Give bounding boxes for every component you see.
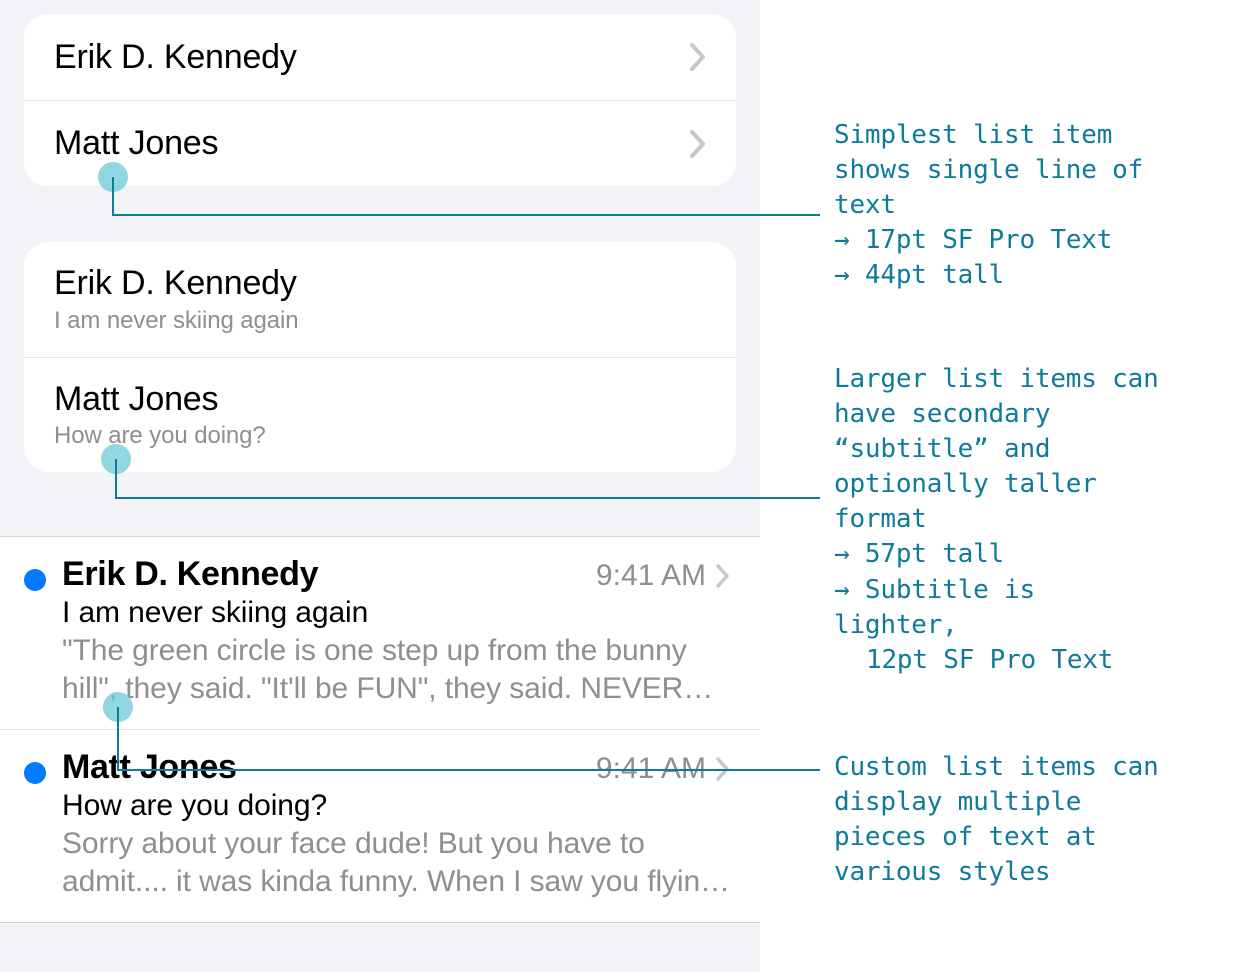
annotation-bullet: 44pt tall bbox=[834, 258, 1234, 293]
list-item-subtitle: I am never skiing again bbox=[54, 307, 706, 335]
list-item-title: Erik D. Kennedy bbox=[54, 38, 297, 77]
unread-dot-icon bbox=[24, 569, 46, 591]
mail-preview: "The green circle is one step up from th… bbox=[62, 632, 730, 707]
chevron-right-icon bbox=[716, 564, 730, 588]
list-item[interactable]: Matt Jones How are you doing? bbox=[24, 357, 736, 473]
annotation-text: lighter, bbox=[834, 608, 1234, 643]
mail-time: 9:41 AM bbox=[596, 559, 706, 593]
annotation-text: text bbox=[834, 188, 1234, 223]
list-item[interactable]: Erik D. Kennedy 9:41 AM I am never skiin… bbox=[0, 537, 760, 730]
annotation-text: “subtitle” and bbox=[834, 432, 1234, 467]
chevron-right-icon bbox=[716, 757, 730, 781]
list-item[interactable]: Matt Jones 9:41 AM How are you doing? So… bbox=[0, 730, 760, 922]
list-item[interactable]: Erik D. Kennedy bbox=[24, 14, 736, 100]
annotation-custom: Custom list items can display multiple p… bbox=[834, 750, 1234, 890]
list-item-title: Matt Jones bbox=[54, 378, 706, 421]
annotation-text: Larger list items can bbox=[834, 362, 1234, 397]
annotation-text: display multiple bbox=[834, 785, 1234, 820]
simple-list-card: Erik D. Kennedy Matt Jones bbox=[24, 14, 736, 186]
annotation-text: shows single line of bbox=[834, 153, 1234, 188]
annotation-bullet: 17pt SF Pro Text bbox=[834, 223, 1234, 258]
annotation-simple: Simplest list item shows single line of … bbox=[834, 118, 1234, 293]
annotation-text: various styles bbox=[834, 855, 1234, 890]
list-item-title: Matt Jones bbox=[54, 124, 218, 163]
annotation-text: have secondary bbox=[834, 397, 1234, 432]
mail-sender: Matt Jones bbox=[62, 748, 237, 787]
custom-list: Erik D. Kennedy 9:41 AM I am never skiin… bbox=[0, 536, 760, 922]
annotation-text: format bbox=[834, 502, 1234, 537]
device-preview: Erik D. Kennedy Matt Jones Erik D. Kenne… bbox=[0, 0, 760, 972]
list-item[interactable]: Matt Jones bbox=[24, 100, 736, 186]
list-item-title: Erik D. Kennedy bbox=[54, 262, 706, 305]
annotation-subtitle: Larger list items can have secondary “su… bbox=[834, 362, 1234, 678]
mail-sender: Erik D. Kennedy bbox=[62, 555, 318, 594]
list-item-subtitle: How are you doing? bbox=[54, 422, 706, 450]
annotation-text: optionally taller bbox=[834, 467, 1234, 502]
mail-subject: How are you doing? bbox=[62, 789, 730, 823]
chevron-right-icon bbox=[690, 43, 706, 71]
list-item[interactable]: Erik D. Kennedy I am never skiing again bbox=[24, 242, 736, 357]
annotation-bullet: 57pt tall bbox=[834, 537, 1234, 572]
annotation-bullet: Subtitle is bbox=[834, 573, 1234, 608]
annotation-text: Custom list items can bbox=[834, 750, 1234, 785]
mail-preview: Sorry about your face dude! But you have… bbox=[62, 825, 730, 900]
unread-dot-icon bbox=[24, 762, 46, 784]
mail-time: 9:41 AM bbox=[596, 752, 706, 786]
annotation-text: Simplest list item bbox=[834, 118, 1234, 153]
mail-subject: I am never skiing again bbox=[62, 596, 730, 630]
chevron-right-icon bbox=[690, 130, 706, 158]
annotation-text: pieces of text at bbox=[834, 820, 1234, 855]
subtitle-list-card: Erik D. Kennedy I am never skiing again … bbox=[24, 242, 736, 472]
list-footer-separator bbox=[0, 922, 760, 940]
annotation-text: 12pt SF Pro Text bbox=[834, 643, 1234, 678]
